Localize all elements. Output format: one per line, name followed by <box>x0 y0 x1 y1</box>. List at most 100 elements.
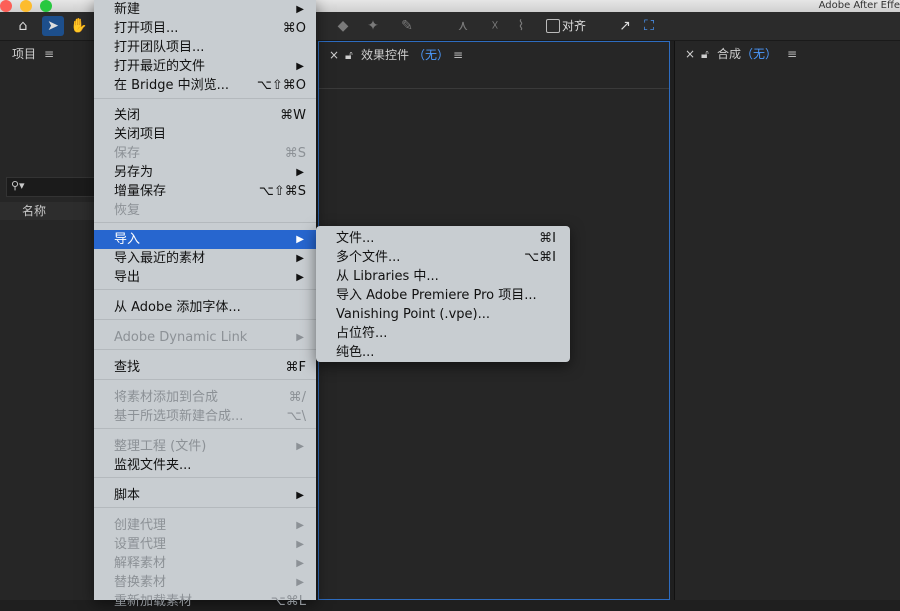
menu-item-label: 从 Libraries 中... <box>336 269 439 284</box>
menu-item-label: 另存为 <box>114 165 154 180</box>
menu-item-label: 重新加载素材 <box>114 594 193 609</box>
submenu-arrow-icon: ▶ <box>296 441 304 452</box>
project-column-header[interactable]: 名称 <box>0 202 96 220</box>
menu-item-label: 替换素材 <box>114 575 167 590</box>
puppet-bend-icon[interactable]: ☓ <box>484 16 506 36</box>
menu-item-label: 从 Adobe 添加字体... <box>114 300 241 315</box>
menu-item-label: Vanishing Point (.vpe)... <box>336 307 490 322</box>
menu-item-label: 将素材添加到合成 <box>114 390 219 405</box>
close-icon[interactable]: × <box>329 42 339 68</box>
submenu-arrow-icon: ▶ <box>296 61 304 72</box>
file-menu-item[interactable]: 打开团队项目... <box>94 38 316 57</box>
search-icon: ⚲▾ <box>11 179 25 192</box>
home-icon[interactable]: ⌂ <box>12 16 34 36</box>
lock-icon[interactable]: 🔓︎ <box>701 41 709 67</box>
file-menu-item[interactable]: 另存为 ▶ <box>94 163 316 182</box>
effect-controls-target: （无） <box>413 48 450 62</box>
menu-item-label: 基于所选项新建合成... <box>114 409 244 424</box>
puppet-starch-icon[interactable]: ⋏ <box>452 16 474 36</box>
align-checkbox[interactable] <box>546 19 560 33</box>
file-menu-item[interactable]: 监视文件夹... <box>94 456 316 475</box>
file-menu-item: 将素材添加到合成 ⌘/ <box>94 388 316 407</box>
import-submenu-item[interactable]: 纯色... <box>316 343 570 362</box>
lock-icon[interactable]: 🔓︎ <box>345 42 353 68</box>
file-menu-item[interactable]: 查找 ⌘F <box>94 358 316 377</box>
composition-menu-icon[interactable]: ≡ <box>787 41 797 67</box>
hand-tool-icon[interactable]: ✋ <box>68 16 90 36</box>
app-title: Adobe After Effe <box>818 0 900 11</box>
menu-separator <box>94 222 316 223</box>
import-submenu-item[interactable]: 占位符... <box>316 324 570 343</box>
import-submenu-item[interactable]: Vanishing Point (.vpe)... <box>316 305 570 324</box>
menu-item-label: 增量保存 <box>114 184 167 199</box>
effect-controls-menu-icon[interactable]: ≡ <box>453 42 463 68</box>
puppet-tool-icon[interactable]: ✦ <box>362 16 384 36</box>
selection-tool-icon[interactable]: ➤ <box>42 16 64 36</box>
menu-separator <box>94 289 316 290</box>
project-panel: 项目 ≡ <box>0 41 96 600</box>
menu-item-label: 打开团队项目... <box>114 40 205 55</box>
menu-separator <box>94 98 316 99</box>
import-submenu-item[interactable]: 从 Libraries 中... <box>316 267 570 286</box>
file-menu-item: 创建代理 ▶ <box>94 516 316 535</box>
puppet-advanced-icon[interactable]: ⌇ <box>510 16 532 36</box>
menu-item-shortcut: ⌥⇧⌘S <box>258 184 306 199</box>
project-search-input[interactable]: ⚲▾ <box>6 177 96 197</box>
file-menu-item[interactable]: 从 Adobe 添加字体... <box>94 298 316 317</box>
file-menu-item[interactable]: 在 Bridge 中浏览... ⌥⇧⌘O <box>94 76 316 95</box>
import-submenu-item[interactable]: 文件... ⌘I <box>316 229 570 248</box>
submenu-arrow-icon: ▶ <box>296 539 304 550</box>
close-icon[interactable]: × <box>685 41 695 67</box>
file-menu-item: 整理工程 (文件) ▶ <box>94 437 316 456</box>
menu-item-label: 恢复 <box>114 203 141 218</box>
menu-item-shortcut: ⌘O <box>282 21 306 36</box>
file-menu-item[interactable]: 打开最近的文件 ▶ <box>94 57 316 76</box>
menu-item-shortcut: ⌘I <box>539 231 556 246</box>
menu-item-label: 设置代理 <box>114 537 167 552</box>
file-menu-item[interactable]: 导入 ▶ <box>94 230 316 249</box>
file-menu-item[interactable]: 导入最近的素材 ▶ <box>94 249 316 268</box>
project-panel-menu-icon[interactable]: ≡ <box>44 41 54 67</box>
menu-item-label: 占位符... <box>336 326 388 341</box>
import-submenu-item[interactable]: 导入 Adobe Premiere Pro 项目... <box>316 286 570 305</box>
menu-item-label: 导入 <box>114 232 141 247</box>
minimize-window-button[interactable] <box>20 0 32 12</box>
zoom-window-button[interactable] <box>40 0 52 12</box>
menu-item-shortcut: ⌘/ <box>288 390 306 405</box>
file-menu-item[interactable]: 导出 ▶ <box>94 268 316 287</box>
menu-item-label: 创建代理 <box>114 518 167 533</box>
submenu-arrow-icon: ▶ <box>296 332 304 343</box>
file-menu-item: 恢复 <box>94 201 316 220</box>
file-menu-item[interactable]: 关闭项目 <box>94 125 316 144</box>
menu-item-label: 打开最近的文件 <box>114 59 206 74</box>
file-menu-item: 基于所选项新建合成... ⌥\ <box>94 407 316 426</box>
file-menu-item[interactable]: 新建 ▶ <box>94 0 316 19</box>
menu-separator <box>94 507 316 508</box>
file-menu: 新建 ▶ 打开项目... ⌘O 打开团队项目... 打开最近的文件 ▶ 在 Bridge 中浏… <box>94 0 316 609</box>
file-menu-item: 设置代理 ▶ <box>94 535 316 554</box>
file-menu-item[interactable]: 打开项目... ⌘O <box>94 19 316 38</box>
file-menu-item[interactable]: 关闭 ⌘W <box>94 106 316 125</box>
menu-separator <box>94 428 316 429</box>
snap-icon[interactable]: ↗ <box>614 16 636 36</box>
menu-item-label: 解释素材 <box>114 556 167 571</box>
composition-target: （无） <box>741 47 778 61</box>
file-menu-item: 重新加载素材 ⌥⌘L <box>94 592 316 611</box>
project-panel-title: 项目 <box>12 47 37 61</box>
expand-icon[interactable]: ⛶ <box>638 16 660 36</box>
menu-item-shortcut: ⌘S <box>284 146 306 161</box>
menu-item-shortcut: ⌘W <box>280 108 306 123</box>
file-menu-item[interactable]: 增量保存 ⌥⇧⌘S <box>94 182 316 201</box>
import-submenu-item[interactable]: 多个文件... ⌥⌘I <box>316 248 570 267</box>
file-menu-item: Adobe Dynamic Link ▶ <box>94 328 316 347</box>
pin-tool-icon[interactable]: ✎ <box>396 16 418 36</box>
menu-item-label: 导出 <box>114 270 141 285</box>
menu-item-label: 在 Bridge 中浏览... <box>114 78 230 93</box>
submenu-arrow-icon: ▶ <box>296 272 304 283</box>
submenu-arrow-icon: ▶ <box>296 167 304 178</box>
close-window-button[interactable] <box>0 0 12 12</box>
menu-separator <box>94 319 316 320</box>
submenu-arrow-icon: ▶ <box>296 253 304 264</box>
file-menu-item[interactable]: 脚本 ▶ <box>94 486 316 505</box>
eraser-tool-icon[interactable]: ◆ <box>332 16 354 36</box>
